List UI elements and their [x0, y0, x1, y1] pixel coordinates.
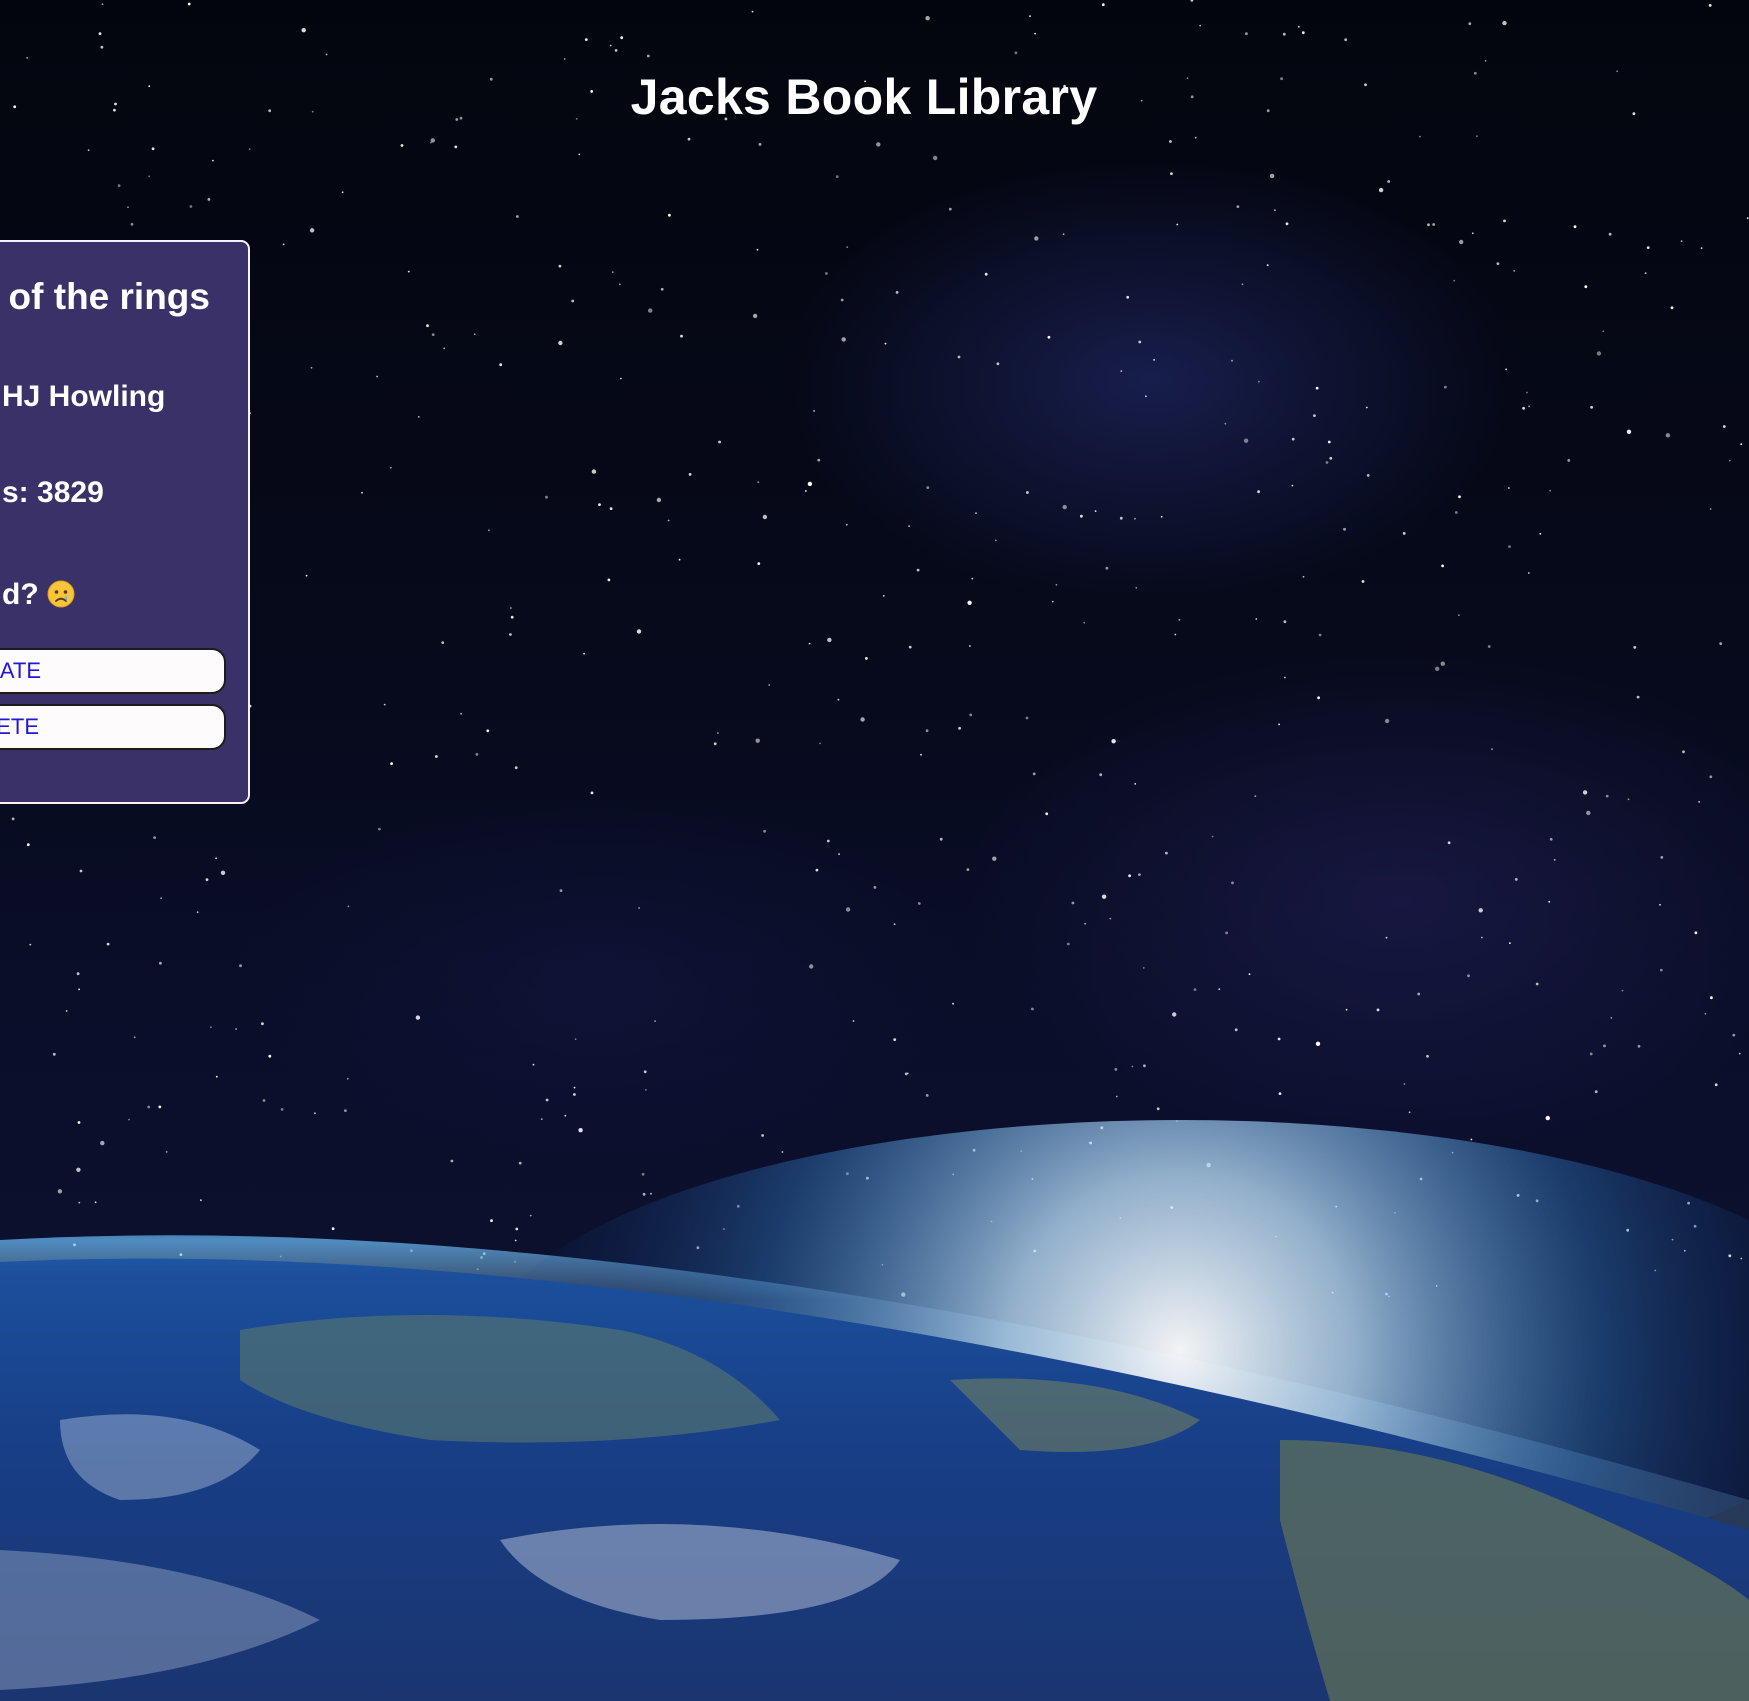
book-card: of the rings HJ Howling s: 3829 d? DATE … — [0, 240, 250, 804]
book-author: HJ Howling — [2, 380, 166, 413]
earth-horizon-image — [0, 1120, 1749, 1701]
update-button[interactable]: DATE — [0, 648, 226, 694]
crying-face-icon — [47, 580, 75, 608]
update-button-label: DATE — [0, 658, 42, 683]
page-title: Jacks Book Library — [630, 69, 1098, 125]
book-read-label: d? — [2, 578, 39, 611]
delete-button[interactable]: LETE — [0, 704, 226, 750]
delete-button-label: LETE — [0, 714, 40, 739]
book-read-status: d? — [2, 578, 75, 612]
book-title: of the rings — [8, 276, 210, 317]
book-pages: s: 3829 — [2, 476, 104, 509]
